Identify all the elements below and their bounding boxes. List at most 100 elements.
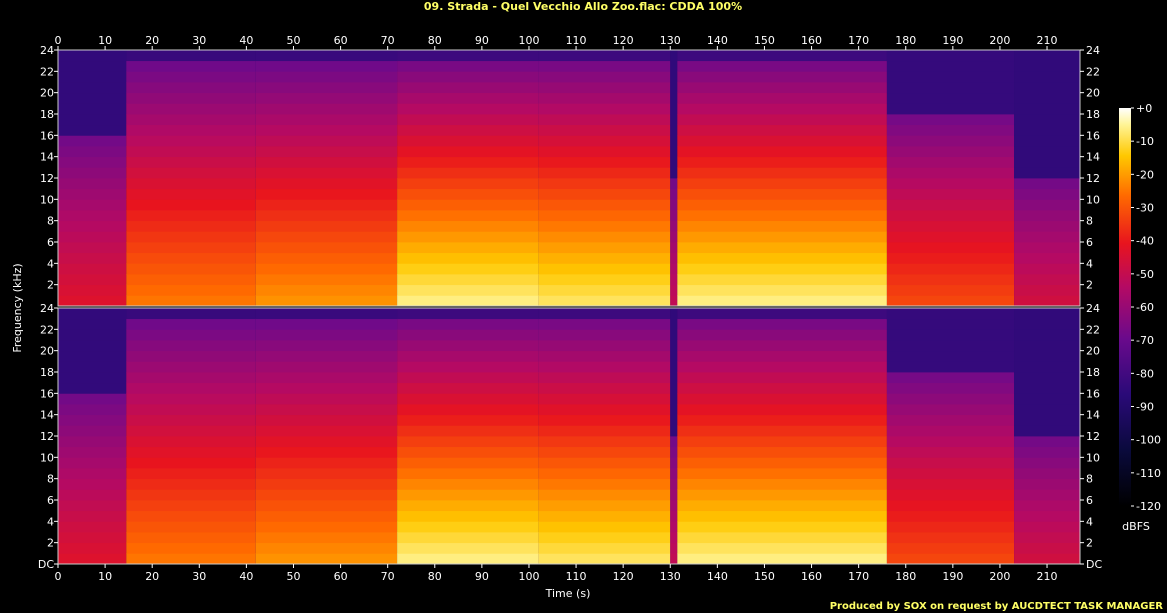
- y-tick-label-right: 8: [1086, 215, 1093, 228]
- colorbar-tick-label: -100: [1136, 434, 1161, 447]
- spectrum-cell: [126, 553, 256, 565]
- spectrum-cell: [255, 124, 398, 136]
- spectrum-cell: [255, 178, 398, 190]
- x-tick-label-top: 110: [566, 34, 587, 47]
- spectrum-cell: [255, 532, 398, 544]
- spectrum-cell: [538, 274, 671, 286]
- spectrum-cell: [886, 489, 1015, 501]
- spectrum-cell: [58, 318, 127, 330]
- spectrum-cell: [126, 50, 256, 62]
- spectrum-cell: [397, 188, 539, 200]
- spectrum-cell: [538, 167, 671, 179]
- x-tick-label-bottom: 180: [895, 570, 916, 583]
- spectrum-cell: [126, 521, 256, 533]
- spectrum-cell: [58, 263, 127, 275]
- spectrum-cell: [538, 178, 671, 190]
- x-tick-label-top: 140: [707, 34, 728, 47]
- spectrum-cell: [538, 252, 671, 264]
- spectrum-cell: [397, 220, 539, 232]
- spectrum-cell: [886, 457, 1015, 469]
- spectrum-cell: [255, 284, 398, 296]
- spectrum-cell: [677, 329, 887, 341]
- y-tick-label-left: 12: [40, 172, 54, 185]
- spectrum-cell: [1014, 500, 1080, 512]
- spectrum-cell: [255, 329, 398, 341]
- spectrum-cell: [58, 71, 127, 83]
- x-tick-label-bottom: 130: [660, 570, 681, 583]
- spectrum-cell: [255, 114, 398, 126]
- spectrum-cell: [58, 340, 127, 352]
- spectrum-cell: [677, 340, 887, 352]
- x-tick-label-top: 150: [754, 34, 775, 47]
- spectrum-cell: [397, 404, 539, 416]
- x-tick-label-top: 20: [145, 34, 159, 47]
- spectrum-cell: [1014, 372, 1080, 384]
- spectrum-cell: [670, 146, 678, 158]
- spectrum-cell: [670, 393, 678, 405]
- x-axis-label: Time (s): [545, 587, 591, 600]
- spectrum-cell: [677, 284, 887, 296]
- spectrum-cell: [126, 188, 256, 200]
- spectrum-cell: [255, 414, 398, 426]
- spectrum-cell: [670, 220, 678, 232]
- y-tick-label-left: 18: [40, 108, 54, 121]
- y-tick-label-left: 4: [47, 515, 54, 528]
- spectrum-cell: [886, 50, 1015, 62]
- spectrum-cell: [58, 372, 127, 384]
- spectrum-cell: [58, 436, 127, 448]
- spectrum-cell: [886, 167, 1015, 179]
- x-tick-label-bottom: 50: [286, 570, 300, 583]
- spectrum-cell: [58, 103, 127, 115]
- colorbar-tick-label: -50: [1136, 268, 1154, 281]
- spectrum-cell: [1014, 478, 1080, 490]
- colorbar-tick-label: -40: [1136, 235, 1154, 248]
- spectrum-cell: [886, 146, 1015, 158]
- spectrum-cell: [1014, 414, 1080, 426]
- spectrum-cell: [670, 329, 678, 341]
- spectrum-cell: [677, 425, 887, 437]
- x-tick-label-bottom: 80: [428, 570, 442, 583]
- spectrum-cell: [1014, 468, 1080, 480]
- x-tick-label-top: 210: [1037, 34, 1058, 47]
- spectrum-cell: [255, 263, 398, 275]
- spectrum-cell: [670, 156, 678, 168]
- spectrum-cell: [397, 50, 539, 62]
- spectrum-cell: [397, 308, 539, 320]
- spectrum-cell: [126, 500, 256, 512]
- spectrum-cell: [886, 542, 1015, 554]
- spectrum-cell: [126, 231, 256, 243]
- y-tick-label-left: 6: [47, 494, 54, 507]
- spectrum-cell: [538, 135, 671, 147]
- spectrum-cell: [255, 60, 398, 72]
- spectrum-cell: [670, 50, 678, 62]
- spectrum-cell: [58, 553, 127, 565]
- spectrum-cell: [397, 457, 539, 469]
- spectrum-cell: [1014, 284, 1080, 296]
- y-tick-label-left: 22: [40, 65, 54, 78]
- spectrum-cell: [58, 329, 127, 341]
- y-tick-label-right: 4: [1086, 515, 1093, 528]
- y-tick-label-left: 20: [40, 87, 54, 100]
- spectrum-cell: [255, 468, 398, 480]
- spectrum-cell: [1014, 532, 1080, 544]
- spectrum-cell: [126, 92, 256, 104]
- spectrum-cell: [670, 231, 678, 243]
- spectrum-cell: [677, 542, 887, 554]
- spectrum-cell: [255, 521, 398, 533]
- spectrum-cell: [677, 146, 887, 158]
- x-tick-label-top: 120: [613, 34, 634, 47]
- spectrum-cell: [126, 532, 256, 544]
- x-tick-label-bottom: 140: [707, 570, 728, 583]
- spectrum-cell: [670, 252, 678, 264]
- y-tick-label-right: 12: [1086, 430, 1100, 443]
- spectrum-cell: [677, 436, 887, 448]
- spectrum-cell: [886, 274, 1015, 286]
- spectrum-cell: [670, 178, 678, 190]
- spectrum-cell: [58, 178, 127, 190]
- spectrum-cell: [58, 167, 127, 179]
- spectrum-cell: [677, 199, 887, 211]
- spectrum-cell: [126, 318, 256, 330]
- spectrum-cell: [1014, 382, 1080, 394]
- spectrum-cell: [58, 425, 127, 437]
- spectrum-cell: [538, 242, 671, 254]
